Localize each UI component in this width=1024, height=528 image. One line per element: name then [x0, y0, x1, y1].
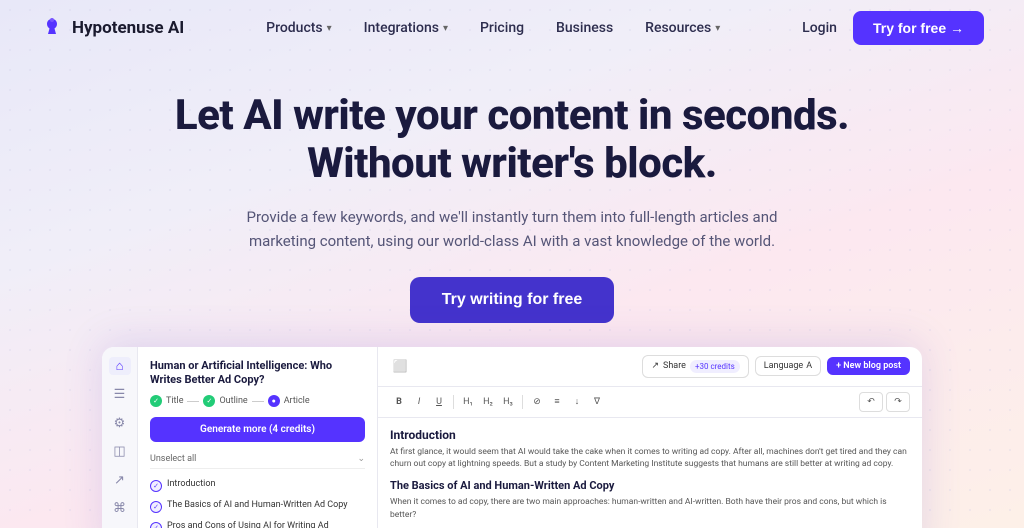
check-1-icon: ✓ [150, 480, 162, 492]
check-3-icon: ✓ [150, 522, 162, 528]
sidebar-home-icon[interactable]: ⌂ [109, 357, 131, 376]
hero-title: Let AI write your content in seconds. Wi… [20, 92, 1004, 189]
hero-section: Let AI write your content in seconds. Wi… [0, 56, 1024, 347]
doc-icon: ⬜ [390, 356, 410, 376]
list-button[interactable]: ≡ [548, 393, 566, 411]
nav-integrations[interactable]: Integrations ▾ [350, 14, 462, 42]
step-title-dot: ✓ [150, 395, 162, 407]
outline-item-3: ✓ Pros and Cons of Using AI for Writing … [150, 517, 365, 528]
language-icon: A [806, 361, 812, 371]
hero-cta-button[interactable]: Try writing for free [410, 277, 614, 323]
redo-button[interactable]: ↷ [886, 392, 910, 412]
integrations-chevron-icon: ▾ [443, 23, 448, 34]
article-content: Introduction At first glance, it would s… [378, 418, 922, 528]
right-toolbar: ⬜ ↗ Share +30 credits Language A + New b… [378, 347, 922, 387]
app-screenshot: ⌂ ☰ ⚙ ◫ ↗ ⌘ ⊞ Human or Artificial Intell… [102, 347, 922, 528]
nav-business[interactable]: Business [542, 14, 627, 42]
steps-row: ✓ Title ✓ Outline ● Article [150, 395, 365, 407]
check-2-icon: ✓ [150, 501, 162, 513]
h2-button[interactable]: H₂ [479, 393, 497, 411]
outline-item-2: ✓ The Basics of AI and Human-Written Ad … [150, 496, 365, 517]
h1-button[interactable]: H₁ [459, 393, 477, 411]
app-sidebar: ⌂ ☰ ⚙ ◫ ↗ ⌘ ⊞ [102, 347, 138, 528]
step-outline-dot: ✓ [203, 395, 215, 407]
nav-pricing[interactable]: Pricing [466, 14, 538, 42]
step-article-dot: ● [268, 395, 280, 407]
products-chevron-icon: ▾ [327, 23, 332, 34]
more-button[interactable]: ∇ [588, 393, 606, 411]
fmt-separator-2 [522, 395, 523, 409]
undo-button[interactable]: ↶ [859, 392, 883, 412]
intro-text: At first glance, it would seem that AI w… [390, 446, 910, 472]
formatting-toolbar: B I U H₁ H₂ H₃ ⊘ ≡ ↓ ∇ ↶ ↷ [378, 387, 922, 418]
link-button[interactable]: ⊘ [528, 393, 546, 411]
unselect-chevron-icon: ⌄ [357, 454, 365, 464]
app-right-panel: ⬜ ↗ Share +30 credits Language A + New b… [378, 347, 922, 528]
sidebar-chart-icon[interactable]: ↗ [109, 471, 131, 490]
bold-button[interactable]: B [390, 393, 408, 411]
toolbar-left: ⬜ [390, 356, 410, 376]
intro-heading: Introduction [390, 428, 910, 442]
sidebar-image-icon[interactable]: ◫ [109, 442, 131, 461]
nav-links: Products ▾ Integrations ▾ Pricing Busine… [252, 14, 734, 42]
outline-item-1: ✓ Introduction [150, 475, 365, 496]
h3-button[interactable]: H₃ [499, 393, 517, 411]
hero-subtitle: Provide a few keywords, and we'll instan… [232, 205, 792, 253]
step-article: ● Article [268, 395, 310, 407]
toolbar-right: ↗ Share +30 credits Language A + New blo… [642, 355, 910, 378]
underline-button[interactable]: U [430, 393, 448, 411]
step-title: ✓ Title [150, 395, 183, 407]
app-left-panel: Human or Artificial Intelligence: Who Wr… [138, 347, 378, 528]
share-button[interactable]: ↗ Share +30 credits [642, 355, 748, 378]
step-outline: ✓ Outline [203, 395, 247, 407]
fmt-separator-1 [453, 395, 454, 409]
logo-text: Hypotenuse AI [72, 18, 184, 38]
language-button[interactable]: Language A [755, 356, 821, 376]
fmt-actions: ↶ ↷ [859, 392, 910, 412]
nav-resources[interactable]: Resources ▾ [631, 14, 734, 42]
navbar: Hypotenuse AI Products ▾ Integrations ▾ … [0, 0, 1024, 56]
credits-badge: +30 credits [690, 360, 740, 373]
sidebar-code-icon[interactable]: ⌘ [109, 499, 131, 518]
nav-right: Login Try for free → [802, 11, 984, 45]
section-heading: The Basics of AI and Human-Written Ad Co… [390, 479, 910, 492]
section-text: When it comes to ad copy, there are two … [390, 496, 910, 522]
resources-chevron-icon: ▾ [715, 23, 720, 34]
sidebar-docs-icon[interactable]: ☰ [109, 385, 131, 404]
step-line-2 [252, 401, 264, 402]
new-blog-button[interactable]: + New blog post [827, 357, 910, 375]
unselect-all-label[interactable]: Unselect all [150, 454, 196, 464]
step-line-1 [187, 401, 199, 402]
align-button[interactable]: ↓ [568, 393, 586, 411]
unselect-row: Unselect all ⌄ [150, 450, 365, 469]
logo[interactable]: Hypotenuse AI [40, 16, 184, 40]
doc-title: Human or Artificial Intelligence: Who Wr… [150, 359, 365, 388]
sidebar-settings-icon[interactable]: ⚙ [109, 414, 131, 433]
try-free-button[interactable]: Try for free → [853, 11, 984, 45]
nav-products[interactable]: Products ▾ [252, 14, 346, 42]
login-button[interactable]: Login [802, 20, 837, 36]
share-icon: ↗ [651, 361, 659, 371]
generate-button[interactable]: Generate more (4 credits) [150, 417, 365, 442]
italic-button[interactable]: I [410, 393, 428, 411]
logo-icon [40, 16, 64, 40]
